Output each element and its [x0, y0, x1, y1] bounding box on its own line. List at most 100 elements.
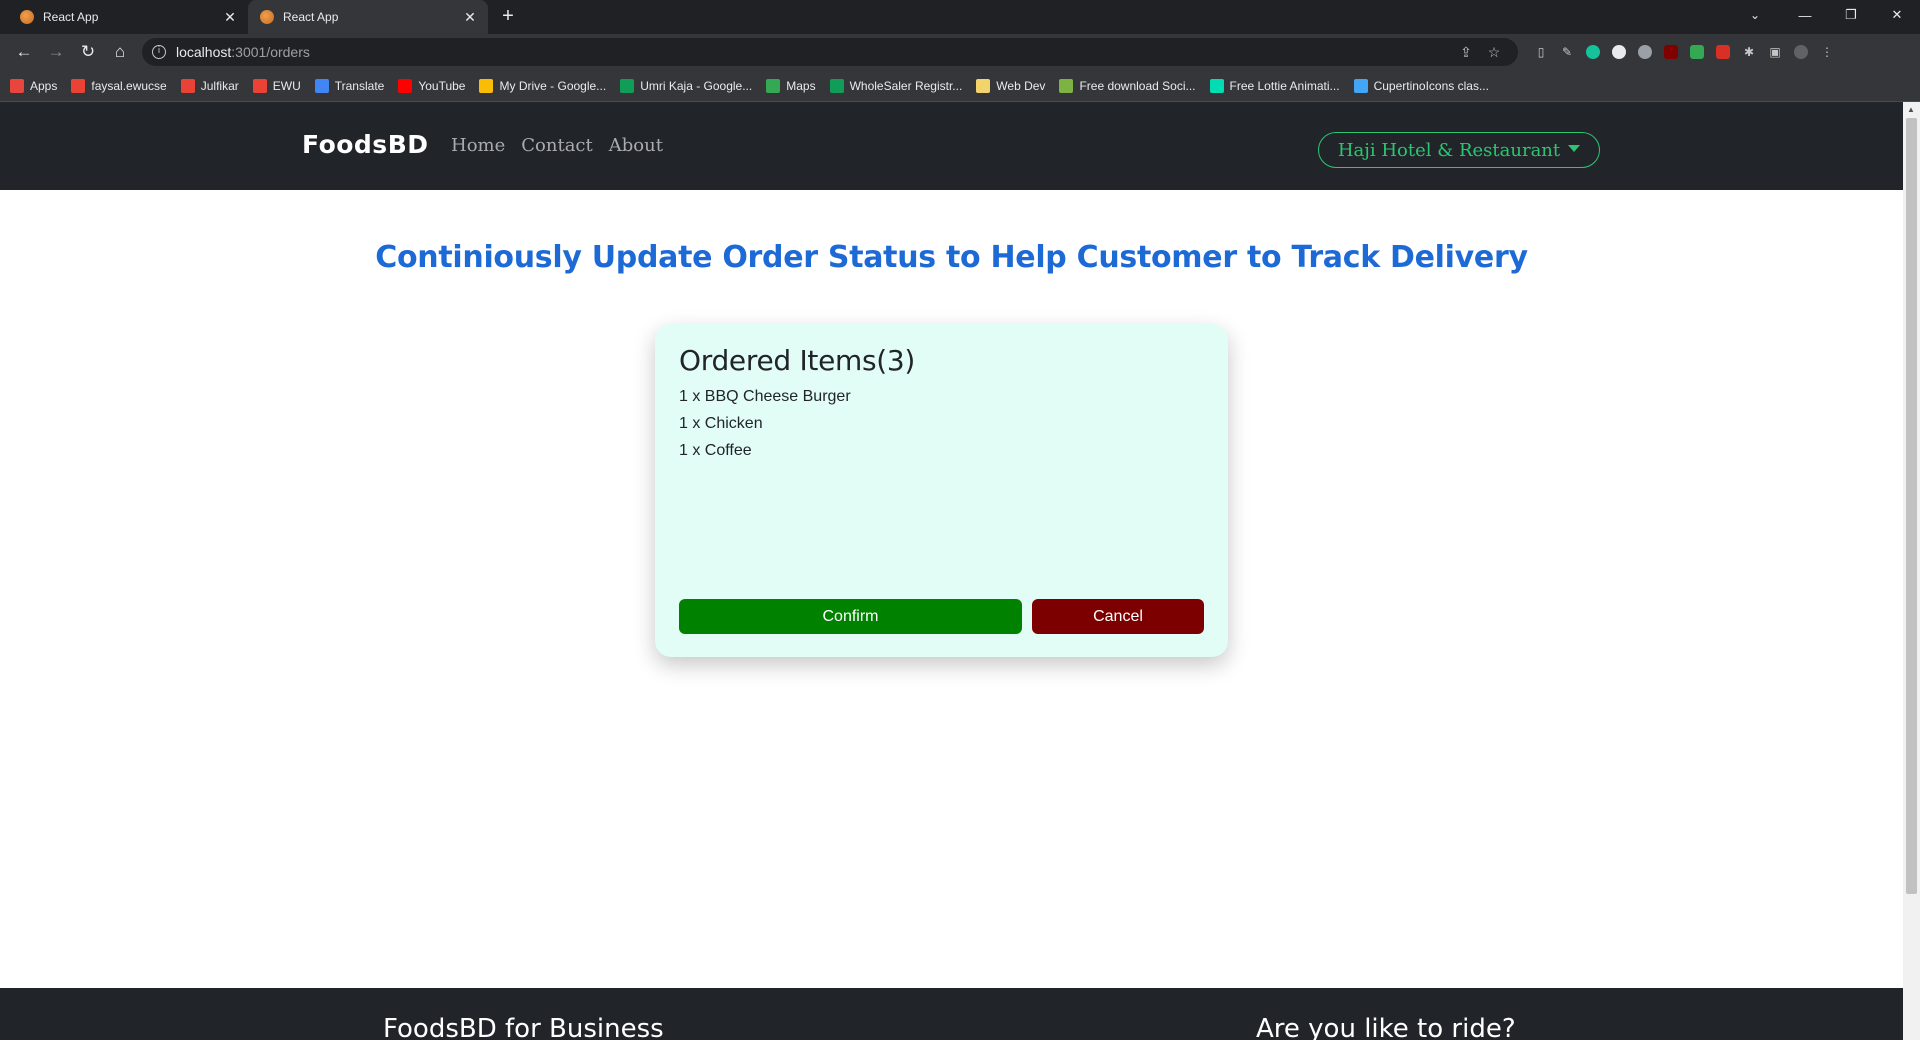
folder-icon: [976, 78, 991, 93]
close-window-icon[interactable]: ✕: [1874, 0, 1920, 30]
close-tab-icon[interactable]: ✕: [222, 9, 238, 25]
gmail-icon: [252, 78, 267, 93]
scrollbar-thumb[interactable]: [1906, 118, 1917, 894]
brand-logo[interactable]: FoodsBD: [302, 130, 429, 159]
bookmark-item[interactable]: CupertinoIcons clas...: [1353, 78, 1489, 93]
bookmark-item[interactable]: Translate: [314, 78, 384, 93]
nav-link-about[interactable]: About: [609, 135, 663, 156]
grammarly-icon[interactable]: [1580, 39, 1606, 65]
bookmark-label: YouTube: [418, 78, 466, 93]
pen-icon[interactable]: ✎: [1554, 39, 1580, 65]
bookmark-label: Free Lottie Animati...: [1229, 78, 1340, 93]
flutter-icon: [1353, 78, 1368, 93]
bookmark-item[interactable]: EWU: [252, 78, 301, 93]
bookmark-item[interactable]: Free Lottie Animati...: [1209, 78, 1340, 93]
list-item: 1 x BBQ Cheese Burger: [679, 388, 851, 405]
bookmark-label: faysal.ewucse: [91, 78, 167, 93]
tab-title: React App: [283, 10, 339, 24]
ordered-items-heading: Ordered Items(3): [679, 344, 916, 377]
nav-link-home[interactable]: Home: [451, 135, 505, 156]
site-footer: FoodsBD for Business Are you like to rid…: [0, 988, 1903, 1040]
bookmark-item[interactable]: Web Dev: [976, 78, 1046, 93]
forward-arrow-icon[interactable]: →: [40, 36, 72, 68]
page-scrollbar[interactable]: ▲: [1903, 102, 1920, 1040]
tab-search-chevron-icon[interactable]: ⌄: [1740, 0, 1770, 30]
share-icon[interactable]: ⇪: [1452, 44, 1480, 61]
red-extension-icon[interactable]: [1710, 39, 1736, 65]
cancel-button[interactable]: Cancel: [1032, 599, 1204, 634]
menu-kebab-icon[interactable]: ⋮: [1814, 39, 1840, 65]
page-viewport: FoodsBD Home Contact About Haji Hotel & …: [0, 102, 1920, 1040]
caret-down-icon: [1568, 144, 1581, 152]
bookmark-item[interactable]: My Drive - Google...: [479, 78, 607, 93]
apps-grid-icon: [10, 78, 24, 93]
window-controls: — ❐ ✕: [1782, 0, 1920, 30]
shield-icon[interactable]: [1684, 39, 1710, 65]
order-card: Ordered Items(3) 1 x BBQ Cheese Burger 1…: [655, 324, 1228, 657]
extensions-bar: ▯ ✎ ✱ ▣ ⋮: [1528, 39, 1840, 65]
url-host: localhost: [176, 44, 232, 60]
address-bar[interactable]: i localhost :3001/orders ⇪ ☆: [142, 38, 1518, 66]
reload-icon[interactable]: ↻: [72, 36, 104, 68]
gmail-icon: [71, 78, 86, 93]
bookmark-star-icon[interactable]: ☆: [1480, 44, 1508, 61]
list-item: 1 x Coffee: [679, 442, 752, 459]
bookmark-item[interactable]: Maps: [766, 78, 816, 93]
tab-title: React App: [43, 10, 99, 24]
restaurant-name: Haji Hotel & Restaurant: [1337, 139, 1561, 161]
bookmark-label: Web Dev: [996, 78, 1046, 93]
footer-business-title: FoodsBD for Business: [383, 1014, 664, 1040]
site-navbar: FoodsBD Home Contact About Haji Hotel & …: [0, 102, 1920, 190]
tab-react-app-1[interactable]: React App ✕: [8, 0, 248, 34]
clock-icon[interactable]: [1606, 39, 1632, 65]
tab-strip: React App ✕ React App ✕ + ⌄ — ❐ ✕: [0, 0, 1920, 34]
confirm-button[interactable]: Confirm: [679, 599, 1022, 634]
react-app-favicon-icon: [20, 10, 34, 24]
site-info-icon[interactable]: i: [152, 45, 166, 59]
lottie-icon: [1209, 78, 1224, 93]
nav-links: Home Contact About: [451, 135, 679, 156]
browser-toolbar: ← → ↻ ⌂ i localhost :3001/orders ⇪ ☆ ▯ ✎…: [0, 34, 1920, 70]
list-item: 1 x Chicken: [679, 415, 763, 432]
back-arrow-icon[interactable]: ←: [8, 36, 40, 68]
bookmark-item[interactable]: YouTube: [398, 78, 466, 93]
bookmark-label: WholeSaler Registr...: [849, 78, 963, 93]
nav-link-contact[interactable]: Contact: [521, 135, 592, 156]
sheets-icon: [620, 78, 635, 93]
close-tab-icon[interactable]: ✕: [462, 9, 478, 25]
url-path: :3001/orders: [231, 44, 310, 60]
maps-icon: [766, 78, 781, 93]
bookmark-item[interactable]: faysal.ewucse: [71, 78, 167, 93]
cloud-icon[interactable]: [1632, 39, 1658, 65]
bookmark-item[interactable]: Apps: [10, 78, 58, 93]
bookmark-label: Apps: [30, 78, 58, 93]
bookmark-label: Julfikar: [200, 78, 239, 93]
minimize-icon[interactable]: —: [1782, 0, 1828, 30]
puzzle-icon[interactable]: ✱: [1736, 39, 1762, 65]
browser-chrome: React App ✕ React App ✕ + ⌄ — ❐ ✕ ← → ↻ …: [0, 0, 1920, 102]
bookmark-label: EWU: [272, 78, 301, 93]
new-tab-button[interactable]: +: [494, 3, 522, 31]
sheets-icon: [829, 78, 844, 93]
bookmark-item[interactable]: WholeSaler Registr...: [829, 78, 963, 93]
profile-avatar-icon[interactable]: [1788, 39, 1814, 65]
bookmark-label: My Drive - Google...: [499, 78, 607, 93]
sidepanel-icon[interactable]: ▣: [1762, 39, 1788, 65]
leaf-icon: [1059, 78, 1074, 93]
bookmark-item[interactable]: Free download Soci...: [1059, 78, 1196, 93]
home-icon[interactable]: ⌂: [104, 36, 136, 68]
page-title: Continiously Update Order Status to Help…: [375, 240, 1528, 275]
scroll-up-arrow-icon[interactable]: ▲: [1907, 105, 1915, 114]
bookmark-item[interactable]: Julfikar: [180, 78, 239, 93]
tab-react-app-2[interactable]: React App ✕: [248, 0, 488, 34]
phone-icon[interactable]: ▯: [1528, 39, 1554, 65]
ublock-icon[interactable]: [1658, 39, 1684, 65]
bookmark-item[interactable]: Umri Kaja - Google...: [620, 78, 752, 93]
restore-icon[interactable]: ❐: [1828, 0, 1874, 30]
react-app-favicon-icon: [260, 10, 274, 24]
gmail-icon: [180, 78, 195, 93]
youtube-icon: [398, 78, 413, 93]
order-actions: Confirm Cancel: [679, 599, 1204, 634]
restaurant-dropdown-button[interactable]: Haji Hotel & Restaurant: [1318, 132, 1600, 168]
footer-ride-title: Are you like to ride?: [1256, 1014, 1516, 1040]
